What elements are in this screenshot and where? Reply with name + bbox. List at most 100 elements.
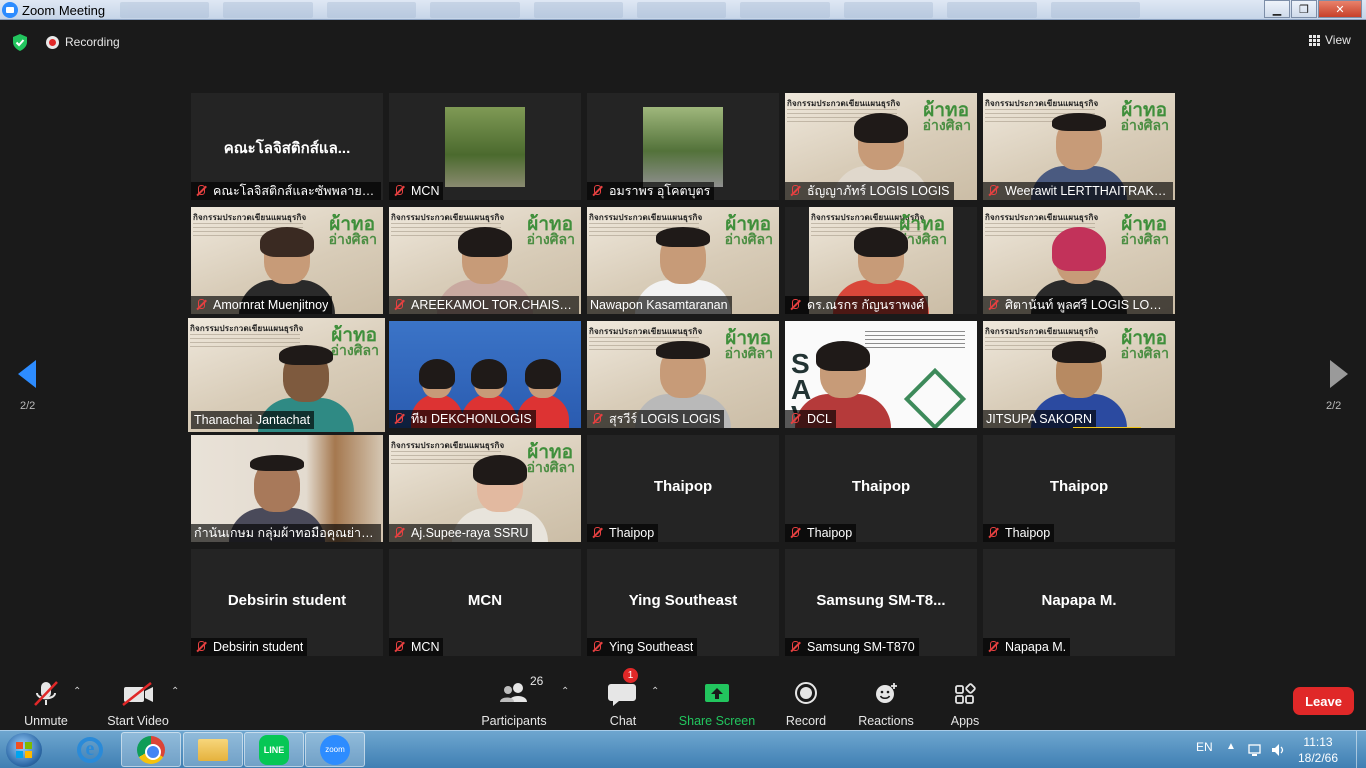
muted-mic-icon	[986, 526, 1000, 540]
window-controls: ▁ ❐ ✕	[1263, 0, 1362, 18]
participant-video-tile[interactable]: กิจกรรมประกวดเขียนแผนธุรกิจ ผ้าทอ อ่างศิลา…	[587, 321, 779, 428]
taskbar-ie[interactable]: e	[60, 732, 120, 767]
participant-tile[interactable]: MCN MCN	[389, 549, 581, 656]
volume-icon[interactable]	[1270, 742, 1286, 758]
participant-center-name: Napapa M.	[1041, 592, 1117, 609]
participant-name: Amornrat Muenjitnoy	[213, 298, 329, 312]
participant-tile[interactable]: MCN	[389, 93, 581, 200]
muted-mic-icon	[590, 640, 604, 654]
participant-video-tile[interactable]: ทีม DEKCHONLOGIS	[389, 321, 581, 428]
participant-video-tile[interactable]: กิจกรรมประกวดเขียนแผนธุรกิจ ผ้าทอ อ่างศิลา…	[191, 207, 383, 314]
chat-button[interactable]: 1 Chat	[603, 668, 643, 728]
show-desktop-button[interactable]	[1356, 731, 1366, 768]
participant-video-tile[interactable]: กิจกรรมประกวดเขียนแผนธุรกิจ ผ้าทอ อ่างศิลา…	[389, 435, 581, 542]
participant-tile[interactable]: Ying Southeast Ying Southeast	[587, 549, 779, 656]
participant-tile[interactable]: อมราพร อุโคตบุตร	[587, 93, 779, 200]
participant-center-name: คณะโลจิสติกส์แล...	[223, 140, 351, 157]
taskbar-line[interactable]: LINE	[244, 732, 304, 767]
zoom-logo-icon	[2, 2, 18, 18]
participant-video-tile[interactable]: กิจกรรมประกวดเขียนแผนธุรกิจ ผ้าทอ อ่างศิลา…	[983, 207, 1175, 314]
chat-unread-badge: 1	[623, 668, 638, 683]
participant-video-tile[interactable]: กิจกรรมประกวดเขียนแผนธุรกิจ ผ้าทอ อ่างศิลา…	[983, 93, 1175, 200]
close-window-button[interactable]: ✕	[1318, 0, 1362, 18]
participant-name: ดร.ณรกร กัญนราพงศ์	[807, 298, 925, 312]
windows-logo-icon	[16, 742, 32, 758]
participant-name: คณะโลจิสติกส์และซัพพลายเช...	[213, 184, 377, 198]
share-screen-label: Share Screen	[678, 714, 756, 728]
video-options-chevron-icon[interactable]: ⌃	[171, 686, 179, 697]
participant-tile[interactable]: Samsung SM-T8... Samsung SM-T870	[785, 549, 977, 656]
participant-video-tile[interactable]: กิจกรรมประกวดเขียนแผนธุรกิจ ผ้าทอ อ่างศิลา…	[785, 93, 977, 200]
participants-options-chevron-icon[interactable]: ⌃	[561, 686, 569, 697]
participant-center-name: MCN	[467, 592, 503, 609]
participant-tile[interactable]: Napapa M. Napapa M.	[983, 549, 1175, 656]
participant-video-tile[interactable]: SAV DCL	[785, 321, 977, 428]
participant-tile[interactable]: Thaipop Thaipop	[785, 435, 977, 542]
taskbar-chrome[interactable]	[121, 732, 181, 767]
participant-tile[interactable]: Debsirin student Debsirin student	[191, 549, 383, 656]
internet-explorer-icon: e	[77, 736, 103, 763]
start-button[interactable]	[6, 733, 42, 767]
page-indicator-right: 2/2	[1326, 400, 1342, 412]
muted-mic-icon	[194, 640, 208, 654]
system-clock[interactable]: 11:13 18/2/66	[1296, 734, 1340, 766]
network-icon[interactable]	[1247, 742, 1263, 758]
apps-label: Apps	[950, 714, 980, 728]
audio-options-chevron-icon[interactable]: ⌃	[73, 686, 81, 697]
participant-center-name: Thaipop	[1049, 478, 1109, 495]
muted-mic-icon	[788, 526, 802, 540]
participant-video-tile[interactable]: กิจกรรมประกวดเขียนแผนธุรกิจ ผ้าทอ อ่างศิลา…	[389, 207, 581, 314]
start-video-button[interactable]: Start Video	[107, 672, 169, 728]
leave-button[interactable]: Leave	[1293, 687, 1354, 715]
participant-tile[interactable]: Thaipop Thaipop	[983, 435, 1175, 542]
view-button[interactable]: View	[1309, 33, 1351, 47]
muted-mic-icon	[392, 298, 406, 312]
maximize-button[interactable]: ❐	[1291, 0, 1317, 18]
language-indicator[interactable]: EN	[1196, 740, 1213, 754]
active-speaker-tile[interactable]: กิจกรรมประกวดเขียนแผนธุรกิจ ผ้าทอ อ่างศิลา…	[188, 318, 385, 432]
unmute-button[interactable]: Unmute	[22, 672, 70, 728]
muted-mic-icon	[788, 298, 802, 312]
recording-label[interactable]: Recording	[65, 35, 120, 49]
apps-button[interactable]: Apps	[947, 672, 983, 728]
participants-label: Participants	[481, 714, 547, 728]
muted-mic-icon	[986, 184, 1000, 198]
share-screen-button[interactable]: Share Screen	[678, 672, 756, 728]
participant-video-tile[interactable]: กำนันเกษม กลุ่มผ้าทอมือคุณย่าห...	[191, 435, 383, 542]
share-screen-icon	[705, 684, 729, 702]
taskbar-zoom[interactable]: zoom	[305, 732, 365, 767]
speaking-indicator	[1073, 427, 1141, 428]
record-button[interactable]: Record	[785, 672, 827, 728]
reactions-button[interactable]: Reactions	[858, 672, 914, 728]
clock-time: 11:13	[1303, 735, 1333, 749]
window-title: Zoom Meeting	[22, 3, 106, 18]
chat-icon	[608, 684, 636, 706]
clock-date: 18/2/66	[1297, 751, 1339, 765]
next-page-arrow-icon[interactable]	[1330, 360, 1348, 388]
tray-expand-icon[interactable]: ▲	[1226, 741, 1236, 752]
participant-video-tile[interactable]: กิจกรรมประกวดเขียนแผนธุรกิจ ผ้าทอ อ่างศิลา…	[587, 207, 779, 314]
participant-center-name: Thaipop	[851, 478, 911, 495]
taskbar-explorer[interactable]	[183, 732, 243, 767]
minimize-button[interactable]: ▁	[1264, 0, 1290, 18]
participants-icon	[500, 683, 527, 702]
previous-page-arrow-icon[interactable]	[18, 360, 36, 388]
participant-tile[interactable]: Thaipop Thaipop	[587, 435, 779, 542]
folder-icon	[198, 738, 228, 761]
muted-mic-icon	[194, 298, 208, 312]
recording-icon[interactable]	[46, 36, 59, 49]
chat-options-chevron-icon[interactable]: ⌃	[651, 686, 659, 697]
participant-video-tile[interactable]: กิจกรรมประกวดเขียนแผนธุรกิจ ผ้าทอ อ่างศิลา…	[983, 321, 1175, 428]
security-shield-icon[interactable]	[12, 34, 28, 51]
view-label: View	[1325, 33, 1351, 47]
apps-icon	[955, 683, 976, 704]
participants-button[interactable]: 26 Participants	[481, 672, 547, 728]
participant-name: MCN	[411, 640, 440, 654]
participant-name: Samsung SM-T870	[807, 640, 915, 654]
participant-video-tile[interactable]: กิจกรรมประกวดเขียนแผนธุรกิจ ผ้าทอ อ่างศิลา…	[785, 207, 977, 314]
participant-tile[interactable]: คณะโลจิสติกส์แล... คณะโลจิสติกส์และซัพพล…	[191, 93, 383, 200]
participant-name: JITSUPA SAKORN	[986, 412, 1093, 426]
emoji-reaction-icon	[876, 683, 897, 703]
zoom-app-icon: zoom	[320, 734, 350, 765]
muted-mic-icon	[590, 412, 604, 426]
